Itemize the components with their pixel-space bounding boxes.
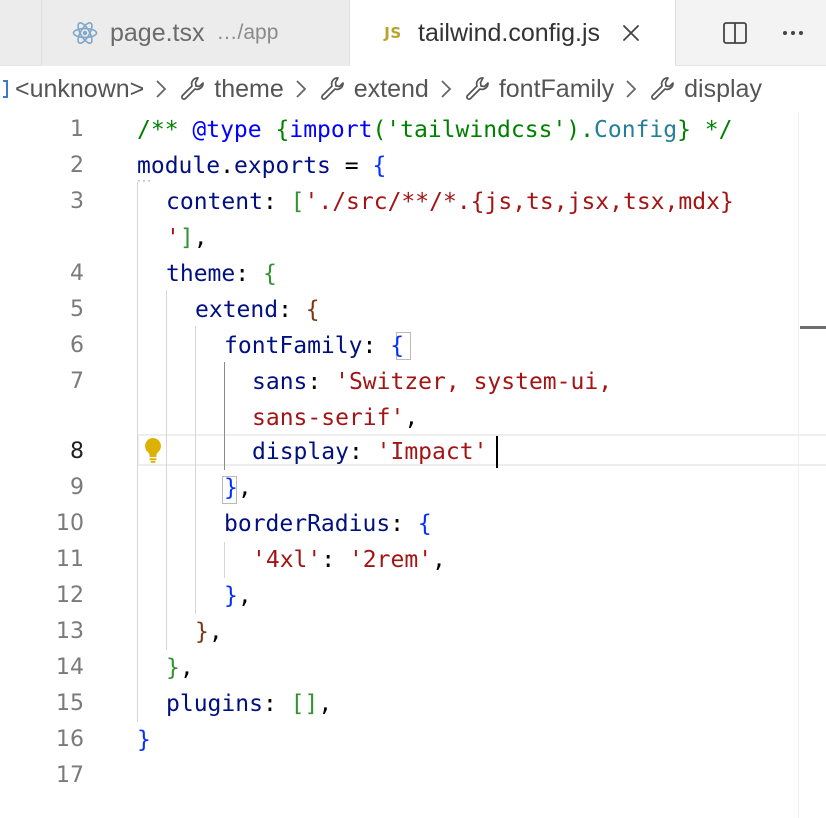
split-editor-icon[interactable] <box>720 18 750 48</box>
chevron-right-icon <box>290 78 312 100</box>
code-line[interactable]: 11 '4xl': '2rem', <box>0 542 826 578</box>
code-line[interactable]: 10 borderRadius: { <box>0 506 826 542</box>
code-editor[interactable]: ··· 1 /** @type {import('tailwindcss').C… <box>0 112 826 818</box>
editor-actions <box>720 0 808 66</box>
code-line[interactable]: 5 extend: { <box>0 292 826 328</box>
wrench-icon <box>463 74 493 104</box>
line-number: 12 <box>56 583 84 608</box>
more-actions-icon[interactable] <box>778 18 808 48</box>
breadcrumb: <unknown> theme extend fontFamily displa… <box>0 66 826 112</box>
line-number: 16 <box>56 727 84 752</box>
line-content: theme: { <box>166 261 277 287</box>
tab-page-tsx[interactable]: page.tsx …/app <box>42 0 350 66</box>
line-number: 9 <box>70 475 84 500</box>
lightbulb-icon[interactable] <box>142 436 164 464</box>
breadcrumb-item-fontfamily[interactable]: fontFamily <box>463 74 614 104</box>
line-number: 10 <box>56 511 84 536</box>
line-number: 3 <box>70 189 84 214</box>
code-line[interactable]: 9 }, <box>0 470 826 506</box>
line-number: 7 <box>70 369 84 394</box>
line-content: sans-serif', <box>252 405 419 431</box>
symbol-icon <box>0 77 11 101</box>
line-number: 6 <box>70 333 84 358</box>
code-line[interactable]: 6 fontFamily: { <box>0 328 826 364</box>
code-line[interactable]: 16 } <box>0 722 826 758</box>
breadcrumb-label: display <box>684 74 762 103</box>
breadcrumb-label: theme <box>214 74 284 103</box>
line-content: module.exports = { <box>137 153 387 179</box>
line-number: 17 <box>56 763 84 788</box>
line-number: 14 <box>56 655 84 680</box>
code-line[interactable]: 7 sans: 'Switzer, system-ui, <box>0 364 826 400</box>
line-number: 4 <box>70 261 84 286</box>
line-content: display: 'Impact' <box>252 439 488 465</box>
code-line-wrapped[interactable]: sans-serif', <box>0 400 826 436</box>
line-number: 13 <box>56 619 84 644</box>
breadcrumb-label: extend <box>353 74 429 103</box>
line-number: 2 <box>70 153 84 178</box>
breadcrumb-item-unknown[interactable]: <unknown> <box>0 75 144 104</box>
wrench-icon <box>648 74 678 104</box>
editor-tab-bar: page.tsx …/app JS tailwind.config.js <box>0 0 826 66</box>
breadcrumb-item-theme[interactable]: theme <box>178 74 284 104</box>
line-number: 11 <box>56 547 84 572</box>
line-content: sans: 'Switzer, system-ui, <box>252 369 613 395</box>
code-line-current[interactable]: 8 display: 'Impact' <box>0 434 826 470</box>
chevron-right-icon <box>620 78 642 100</box>
js-badge: JS <box>384 24 402 42</box>
breadcrumb-label: <unknown> <box>15 74 145 103</box>
wrench-icon <box>178 74 208 104</box>
code-line[interactable]: 12 }, <box>0 578 826 614</box>
line-number: 5 <box>70 297 84 322</box>
line-content: }, <box>195 619 223 645</box>
line-content: plugins: [], <box>166 691 333 717</box>
code-line[interactable]: 4 theme: { <box>0 256 826 292</box>
text-cursor <box>496 436 498 468</box>
code-line[interactable]: 1 /** @type {import('tailwindcss').Confi… <box>0 112 826 148</box>
line-content: } <box>137 727 151 753</box>
line-content: fontFamily: { <box>224 333 405 359</box>
breadcrumb-item-extend[interactable]: extend <box>318 74 429 104</box>
tab-tailwind-config[interactable]: JS tailwind.config.js <box>350 0 676 66</box>
line-content: }, <box>166 655 194 681</box>
line-number: 1 <box>70 117 84 142</box>
code-line[interactable]: 3 content: ['./src/**/*.{js,ts,jsx,tsx,m… <box>0 184 826 220</box>
code-line[interactable]: 17 <box>0 758 826 794</box>
line-content: '4xl': '2rem', <box>252 547 446 573</box>
tab-label: page.tsx <box>110 18 205 47</box>
chevron-right-icon <box>150 78 172 100</box>
code-line-wrapped[interactable]: '], <box>0 220 826 256</box>
line-number: 15 <box>56 691 84 716</box>
chevron-right-icon <box>435 78 457 100</box>
tab-description: …/app <box>216 21 279 44</box>
code-line[interactable]: 15 plugins: [], <box>0 686 826 722</box>
line-number: 8 <box>70 439 84 464</box>
line-content: }, <box>224 583 252 609</box>
tab-overflow-strip <box>0 0 42 65</box>
wrench-icon <box>318 74 348 104</box>
line-content: extend: { <box>195 297 320 323</box>
line-content: borderRadius: { <box>224 511 432 537</box>
line-content: content: ['./src/**/*.{js,ts,jsx,tsx,mdx… <box>166 189 734 215</box>
close-icon[interactable] <box>618 20 644 46</box>
react-icon <box>70 18 100 48</box>
line-content: '], <box>166 225 208 251</box>
code-line[interactable]: 2 module.exports = { <box>0 148 826 184</box>
tab-label: tailwind.config.js <box>418 18 601 47</box>
breadcrumb-item-display[interactable]: display <box>648 74 762 104</box>
line-content: }, <box>224 475 252 501</box>
breadcrumb-label: fontFamily <box>498 74 615 103</box>
code-line[interactable]: 14 }, <box>0 650 826 686</box>
javascript-file-icon: JS <box>378 18 408 48</box>
code-line[interactable]: 13 }, <box>0 614 826 650</box>
line-content: /** @type {import('tailwindcss').Config}… <box>137 117 733 143</box>
